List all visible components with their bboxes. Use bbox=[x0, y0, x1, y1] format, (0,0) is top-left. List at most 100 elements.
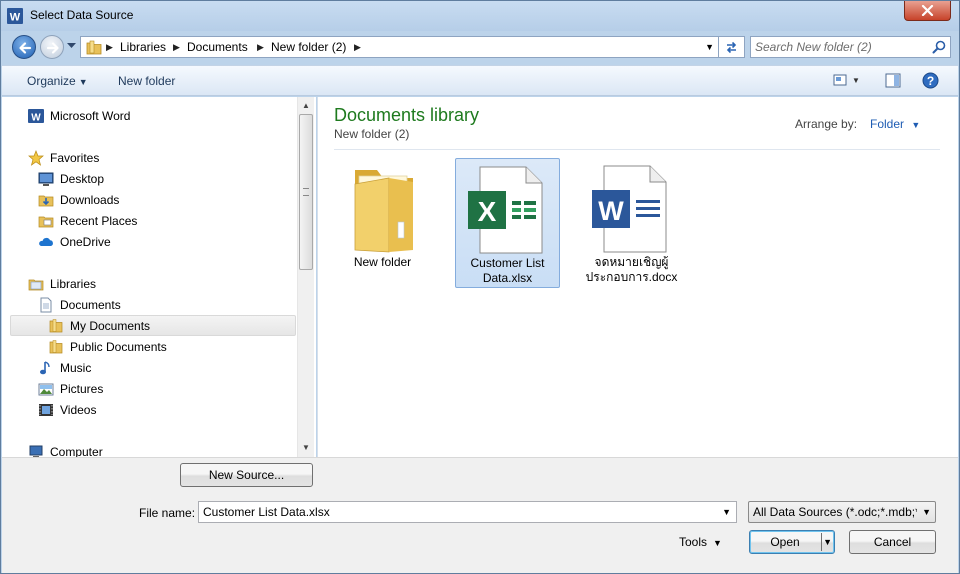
organize-button[interactable]: Organize ▼ bbox=[27, 74, 88, 88]
command-toolbar: Organize ▼ New folder ▼ ? bbox=[2, 65, 958, 96]
search-input[interactable] bbox=[755, 39, 925, 55]
file-name-dropdown-icon[interactable]: ▼ bbox=[722, 507, 731, 517]
refresh-button[interactable] bbox=[719, 36, 745, 58]
word-icon: W bbox=[28, 108, 44, 124]
breadcrumb-separator[interactable]: ▶ bbox=[354, 42, 361, 53]
downloads-icon bbox=[38, 192, 54, 208]
svg-text:X: X bbox=[477, 196, 496, 227]
new-folder-button[interactable]: New folder bbox=[118, 74, 175, 88]
file-name-input[interactable] bbox=[203, 505, 703, 519]
forward-button[interactable] bbox=[40, 35, 64, 59]
navigation-scrollbar[interactable]: ▲ ▼ bbox=[297, 97, 314, 457]
divider bbox=[334, 149, 940, 150]
search-icon[interactable] bbox=[932, 40, 946, 54]
arrange-by-label: Arrange by: bbox=[795, 117, 858, 131]
recent-pages-dropdown-icon[interactable] bbox=[67, 43, 76, 49]
file-item-thai-docx[interactable]: W จดหมายเชิญผู้ ประกอบการ.docx bbox=[579, 158, 684, 288]
file-name: จดหมายเชิญผู้ ประกอบการ.docx bbox=[579, 255, 684, 285]
breadcrumb-documents[interactable]: Documents bbox=[187, 40, 248, 54]
breadcrumb-new-folder-2[interactable]: New folder (2) bbox=[271, 40, 346, 54]
navigation-pane: W Microsoft Word Favorites Desktop Downl… bbox=[2, 97, 316, 459]
cancel-button[interactable]: Cancel bbox=[849, 530, 936, 554]
breadcrumb-separator[interactable]: ▶ bbox=[173, 42, 180, 53]
scrollbar-thumb[interactable] bbox=[299, 114, 313, 270]
window-title: Select Data Source bbox=[30, 8, 134, 22]
split-divider bbox=[821, 533, 822, 551]
file-item-customer-list-data[interactable]: X Customer List Data.xlsx bbox=[455, 158, 560, 288]
file-item-new-folder[interactable]: New folder bbox=[330, 158, 435, 288]
folder-icon bbox=[86, 40, 102, 55]
nav-label: Libraries bbox=[50, 277, 97, 291]
arrange-by-value: Folder bbox=[870, 117, 905, 131]
nav-label: Videos bbox=[60, 403, 97, 417]
nav-item-favorites[interactable]: Favorites bbox=[28, 148, 99, 168]
nav-label: Desktop bbox=[60, 172, 105, 186]
nav-item-public-documents[interactable]: Public Documents bbox=[48, 337, 167, 357]
scroll-up-icon[interactable]: ▲ bbox=[302, 101, 310, 110]
open-label: Open bbox=[770, 535, 800, 549]
nav-item-microsoft-word[interactable]: W Microsoft Word bbox=[28, 106, 130, 126]
select-data-source-dialog: W Select Data Source ▶ Libraries ▶ Docum… bbox=[0, 0, 960, 574]
word-icon: W bbox=[7, 8, 23, 24]
change-view-icon[interactable] bbox=[833, 73, 849, 87]
open-button[interactable]: Open ▼ bbox=[749, 530, 835, 554]
nav-item-downloads[interactable]: Downloads bbox=[38, 190, 119, 210]
nav-item-pictures[interactable]: Pictures bbox=[38, 379, 103, 399]
file-name-line2: Data.xlsx bbox=[482, 271, 533, 285]
libraries-icon bbox=[28, 276, 44, 292]
svg-text:W: W bbox=[10, 12, 21, 24]
folder-icon bbox=[48, 318, 64, 334]
arrange-by-dropdown[interactable]: Folder ▼ bbox=[870, 117, 920, 131]
nav-label: Downloads bbox=[60, 193, 120, 207]
svg-text:W: W bbox=[598, 196, 624, 226]
nav-item-videos[interactable]: Videos bbox=[38, 400, 96, 420]
file-name-label: File name: bbox=[139, 506, 196, 520]
nav-label: Recent Places bbox=[60, 214, 138, 228]
nav-label: Public Documents bbox=[70, 340, 167, 354]
search-box[interactable] bbox=[750, 36, 951, 58]
tools-label: Tools bbox=[679, 535, 708, 549]
scroll-down-icon[interactable]: ▼ bbox=[302, 443, 310, 452]
help-icon[interactable]: ? bbox=[922, 72, 939, 89]
nav-item-my-documents[interactable]: My Documents bbox=[10, 315, 296, 336]
file-name-line2: ประกอบการ.docx bbox=[585, 270, 678, 284]
view-options-dropdown-icon[interactable]: ▼ bbox=[852, 76, 860, 85]
file-type-value: All Data Sources (*.odc;*.mdb;* bbox=[753, 505, 917, 519]
nav-item-libraries[interactable]: Libraries bbox=[28, 274, 96, 294]
chevron-down-icon: ▼ bbox=[713, 538, 722, 548]
close-icon bbox=[921, 5, 934, 16]
nav-label: Pictures bbox=[60, 382, 104, 396]
chevron-down-icon: ▼ bbox=[922, 507, 931, 517]
nav-label: Music bbox=[60, 361, 92, 375]
recent-places-icon bbox=[38, 213, 54, 229]
preview-pane-icon[interactable] bbox=[885, 73, 901, 88]
nav-item-onedrive[interactable]: OneDrive bbox=[38, 232, 111, 252]
breadcrumb-separator[interactable]: ▶ bbox=[257, 42, 264, 53]
nav-item-music[interactable]: Music bbox=[38, 358, 91, 378]
library-subtitle: New folder (2) bbox=[334, 127, 410, 141]
breadcrumb-separator[interactable]: ▶ bbox=[106, 42, 113, 53]
file-type-filter[interactable]: All Data Sources (*.odc;*.mdb;* ▼ bbox=[748, 501, 936, 523]
pictures-icon bbox=[38, 381, 54, 397]
chevron-down-icon: ▼ bbox=[78, 77, 88, 87]
cloud-icon bbox=[38, 234, 54, 250]
star-icon bbox=[28, 150, 44, 166]
nav-item-desktop[interactable]: Desktop bbox=[38, 169, 104, 189]
nav-item-documents[interactable]: Documents bbox=[38, 295, 121, 315]
nav-item-recent-places[interactable]: Recent Places bbox=[38, 211, 137, 231]
new-source-button[interactable]: New Source... bbox=[180, 463, 313, 487]
close-button[interactable] bbox=[904, 1, 951, 21]
tools-menu-button[interactable]: Tools ▼ bbox=[679, 535, 722, 549]
address-bar[interactable]: ▶ Libraries ▶ Documents ▶ New folder (2)… bbox=[80, 36, 719, 58]
back-button[interactable] bbox=[12, 35, 36, 59]
nav-label: Microsoft Word bbox=[50, 109, 131, 123]
file-name-combobox[interactable]: ▼ bbox=[198, 501, 737, 523]
file-name: Customer List Data.xlsx bbox=[456, 256, 559, 286]
breadcrumb-libraries[interactable]: Libraries bbox=[120, 40, 166, 54]
address-dropdown-icon[interactable]: ▼ bbox=[705, 42, 714, 52]
open-options-dropdown-icon[interactable]: ▼ bbox=[823, 531, 832, 553]
word-file-icon: W bbox=[591, 165, 666, 253]
dialog-footer: New Source... File name: ▼ All Data Sour… bbox=[2, 457, 958, 573]
documents-icon bbox=[38, 297, 54, 313]
folder-icon bbox=[48, 339, 64, 355]
